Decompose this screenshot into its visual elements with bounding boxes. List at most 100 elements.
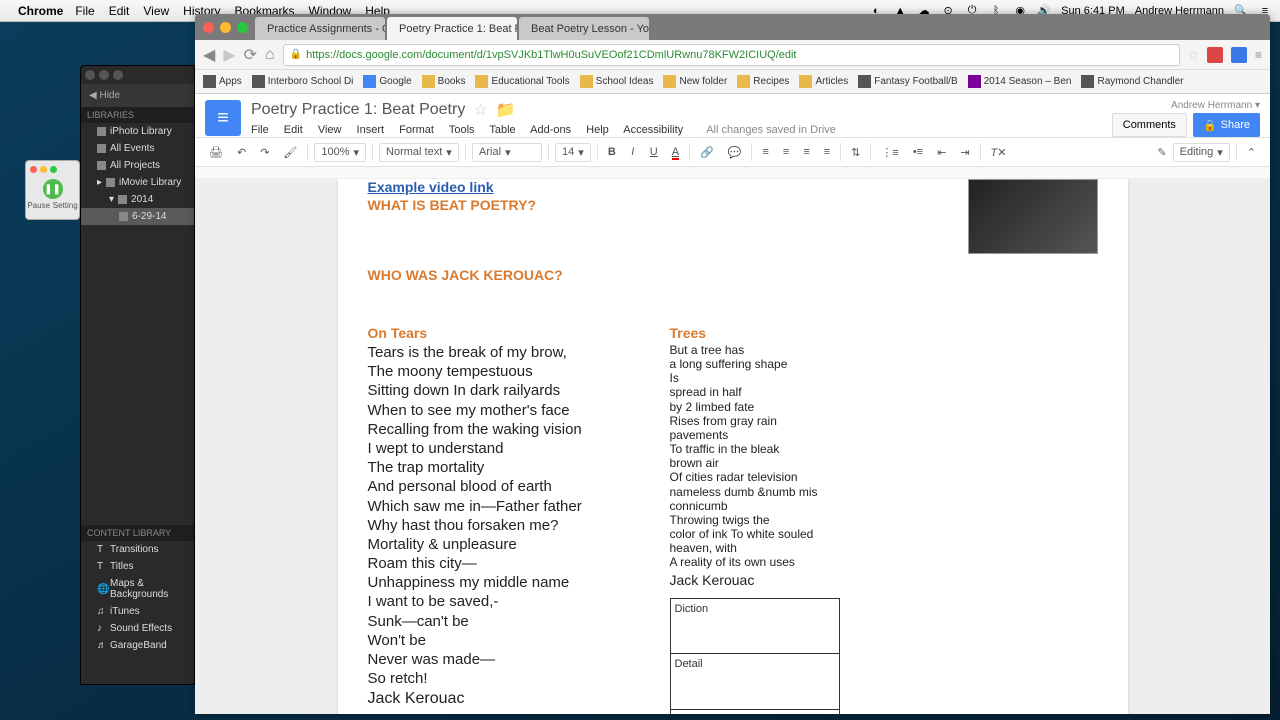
poem-title[interactable]: On Tears [368, 325, 648, 341]
clear-format-icon[interactable]: T✕ [987, 144, 1011, 161]
fontsize-select[interactable]: 14 ▾ [555, 143, 591, 162]
window-controls[interactable] [203, 22, 248, 33]
bookmark[interactable]: Fantasy Football/B [858, 75, 957, 88]
align-justify-icon[interactable]: ≡ [820, 144, 834, 160]
bookmark[interactable]: School Ideas [580, 75, 654, 88]
menu-file[interactable]: File [75, 4, 94, 18]
bulleted-list-icon[interactable]: •≡ [909, 144, 927, 160]
menu-addons[interactable]: Add-ons [530, 124, 571, 136]
menu-tools[interactable]: Tools [449, 124, 475, 136]
content-item[interactable]: 🌐Maps & Backgrounds [81, 575, 194, 603]
decrease-indent-icon[interactable]: ⇤ [933, 144, 950, 161]
align-center-icon[interactable]: ≡ [779, 144, 793, 160]
menu-icon[interactable]: ≡ [1255, 48, 1262, 62]
menu-insert[interactable]: Insert [357, 124, 385, 136]
bookmark[interactable]: Recipes [737, 75, 789, 88]
url-input[interactable]: 🔒https://docs.google.com/document/d/1vpS… [283, 44, 1181, 66]
embedded-image[interactable] [968, 179, 1098, 254]
browser-tab[interactable]: Practice Assignments - C [255, 17, 385, 40]
underline-icon[interactable]: U [646, 144, 662, 160]
menu-format[interactable]: Format [399, 124, 434, 136]
content-item[interactable]: ♬GarageBand [81, 637, 194, 654]
poem-title[interactable]: Trees [670, 325, 845, 341]
forward-button[interactable]: ▶ [223, 45, 235, 65]
menu-view[interactable]: View [318, 124, 342, 136]
home-button[interactable]: ⌂ [265, 46, 275, 64]
style-select[interactable]: Normal text ▾ [379, 143, 459, 162]
paint-format-icon[interactable]: 🖌 [279, 144, 301, 161]
play-button[interactable]: ❚❚ [43, 179, 63, 199]
library-item[interactable]: ▾2014 [81, 191, 194, 208]
bookmark[interactable]: 2014 Season – Ben [968, 75, 1072, 88]
menu-help[interactable]: Help [586, 124, 609, 136]
bookmark[interactable]: Google [363, 75, 411, 88]
poem-author[interactable]: Jack Kerouac [368, 690, 648, 708]
browser-tab-active[interactable]: Poetry Practice 1: Beat P [387, 17, 517, 40]
numbered-list-icon[interactable]: ⋮≡ [877, 144, 902, 161]
bookmark[interactable]: Apps [203, 75, 242, 88]
bookmark[interactable]: Articles [799, 75, 848, 88]
reload-button[interactable]: ⟳ [244, 45, 257, 65]
content-item[interactable]: TTitles [81, 558, 194, 575]
menu-accessibility[interactable]: Accessibility [623, 124, 683, 136]
library-item[interactable]: All Events [81, 140, 194, 157]
docs-logo-icon[interactable]: ≡ [205, 100, 241, 136]
increase-indent-icon[interactable]: ⇥ [956, 144, 973, 161]
content-item[interactable]: ♫iTunes [81, 603, 194, 620]
content-item[interactable]: TTransitions [81, 541, 194, 558]
ruler[interactable] [195, 167, 1270, 179]
account-name[interactable]: Andrew Herrmann ▾ [1112, 100, 1260, 111]
app-name[interactable]: Chrome [18, 4, 63, 18]
library-item[interactable]: iPhoto Library [81, 123, 194, 140]
star-icon[interactable]: ☆ [473, 100, 487, 120]
bookmark[interactable]: New folder [663, 75, 727, 88]
document-page[interactable]: Example video link WHAT IS BEAT POETRY? … [338, 179, 1128, 714]
link-icon[interactable]: 🔗 [696, 144, 718, 161]
back-button[interactable]: ◀ [203, 45, 215, 65]
hide-button[interactable]: ◀ Hide [81, 84, 194, 107]
table-cell[interactable]: Diction [670, 598, 840, 654]
heading[interactable]: WHO WAS JACK KEROUAC? [368, 267, 1098, 283]
share-button[interactable]: 🔒Share [1193, 113, 1260, 137]
comments-button[interactable]: Comments [1112, 113, 1187, 137]
bookmark[interactable]: Educational Tools [475, 75, 569, 88]
collapse-icon[interactable]: ⌃ [1243, 144, 1260, 161]
table-cell[interactable]: Syntax [670, 710, 840, 715]
doc-title[interactable]: Poetry Practice 1: Beat Poetry [251, 101, 465, 119]
poem-body[interactable]: But a tree has a long suffering shape Is… [670, 343, 845, 570]
star-icon[interactable]: ☆ [1188, 48, 1199, 62]
extension-icon[interactable] [1231, 47, 1247, 63]
text-color-icon[interactable]: A [668, 144, 683, 160]
comment-icon[interactable]: 💬 [724, 144, 746, 161]
font-select[interactable]: Arial ▾ [472, 143, 542, 162]
menu-edit[interactable]: Edit [109, 4, 130, 18]
align-left-icon[interactable]: ≡ [758, 144, 772, 160]
poem-author[interactable]: Jack Kerouac [670, 572, 845, 588]
undo-icon[interactable]: ↶ [233, 144, 250, 161]
mode-select[interactable]: Editing ▾ [1173, 143, 1230, 162]
menu-file[interactable]: File [251, 124, 269, 136]
menu-table[interactable]: Table [489, 124, 515, 136]
menu-edit[interactable]: Edit [284, 124, 303, 136]
zoom-select[interactable]: 100% ▾ [314, 143, 366, 162]
browser-tab[interactable]: Beat Poetry Lesson - Yo [519, 17, 649, 40]
print-icon[interactable]: 🖨 [205, 144, 227, 161]
library-item[interactable]: ▸iMovie Library [81, 174, 194, 191]
extension-icon[interactable] [1207, 47, 1223, 63]
menu-view[interactable]: View [143, 4, 169, 18]
poem-body[interactable]: Tears is the break of my brow, The moony… [368, 343, 648, 688]
folder-icon[interactable]: 📁 [496, 100, 516, 120]
italic-icon[interactable]: I [626, 144, 640, 160]
bookmark[interactable]: Raymond Chandler [1081, 75, 1183, 88]
content-item[interactable]: ♪Sound Effects [81, 620, 194, 637]
redo-icon[interactable]: ↷ [256, 144, 273, 161]
line-spacing-icon[interactable]: ⇅ [847, 144, 864, 161]
align-right-icon[interactable]: ≡ [799, 144, 813, 160]
window-controls[interactable] [81, 66, 194, 84]
document-canvas[interactable]: Example video link WHAT IS BEAT POETRY? … [195, 179, 1270, 714]
library-item[interactable]: All Projects [81, 157, 194, 174]
bookmark[interactable]: Books [422, 75, 466, 88]
table-cell[interactable]: Detail [670, 654, 840, 710]
bold-icon[interactable]: B [604, 144, 620, 160]
library-item-selected[interactable]: 6-29-14 [81, 208, 194, 225]
